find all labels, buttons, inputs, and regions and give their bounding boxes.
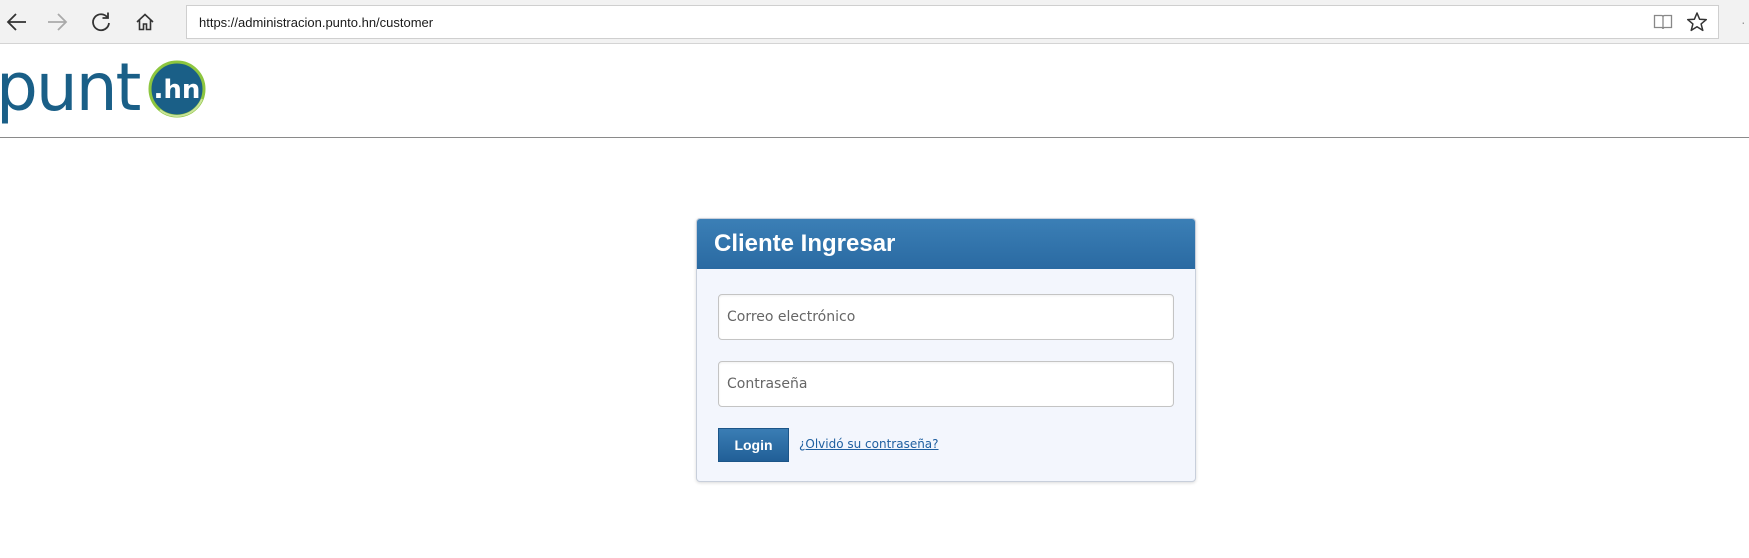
logo-wordmark: punt — [0, 52, 141, 126]
forward-arrow-icon[interactable] — [40, 6, 74, 38]
login-panel: Cliente Ingresar Login ¿Olvidó su contra… — [696, 218, 1196, 482]
site-header: punt .hn — [0, 44, 1749, 138]
login-panel-title: Cliente Ingresar — [697, 219, 1195, 269]
reading-view-icon[interactable] — [1648, 6, 1678, 38]
overflow-indicator: · — [1741, 14, 1746, 30]
forgot-password-link[interactable]: ¿Olvidó su contraseña? — [799, 437, 939, 451]
back-arrow-icon[interactable] — [0, 6, 34, 38]
browser-toolbar: https://administracion.punto.hn/customer… — [0, 0, 1749, 44]
login-button[interactable]: Login — [718, 428, 789, 462]
url-text[interactable]: https://administracion.punto.hn/customer — [199, 15, 433, 30]
email-field[interactable] — [718, 294, 1174, 340]
punto-hn-logo[interactable]: punt .hn — [0, 49, 220, 134]
address-bar[interactable]: https://administracion.punto.hn/customer — [186, 5, 1719, 39]
password-field[interactable] — [718, 361, 1174, 407]
logo-badge-text: .hn — [154, 75, 201, 105]
refresh-icon[interactable] — [84, 6, 118, 38]
favorite-star-icon[interactable] — [1682, 6, 1712, 38]
home-icon[interactable] — [128, 6, 162, 38]
